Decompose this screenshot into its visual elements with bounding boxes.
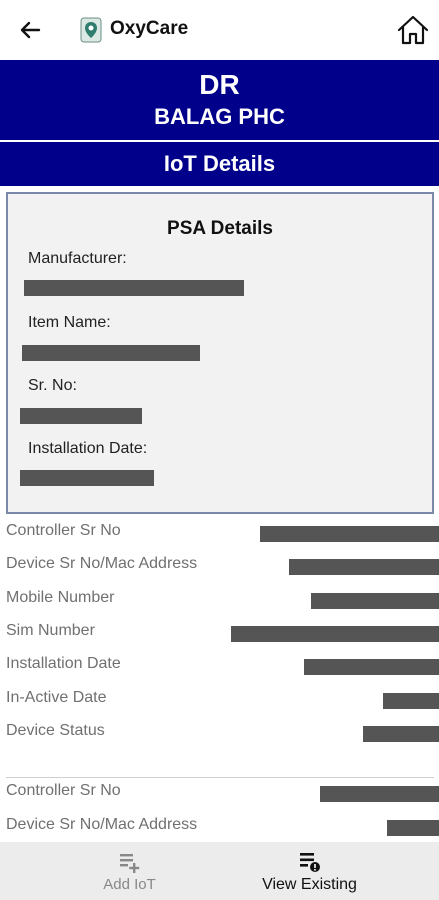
bottom-navigation: Add IoT View Existing xyxy=(0,842,439,900)
inactive-date-label: In-Active Date xyxy=(6,689,107,706)
controller-sr-label: Controller Sr No xyxy=(6,522,121,539)
device-status-value-redacted xyxy=(363,726,439,742)
device1-controller-sr-row: Controller Sr No xyxy=(0,516,439,548)
sim-number-value-redacted xyxy=(231,626,439,642)
device2-controller-sr-row: Controller Sr No xyxy=(0,776,439,808)
installation-date-value-redacted xyxy=(20,470,154,486)
psa-details-title: PSA Details xyxy=(167,218,273,239)
device1-installation-date-row: Installation Date xyxy=(0,649,439,681)
manufacturer-value-redacted xyxy=(24,280,244,296)
oxycare-logo-icon xyxy=(80,17,102,43)
manufacturer-label: Manufacturer: xyxy=(28,250,127,267)
app-bar: OxyCare xyxy=(0,0,439,60)
installation-date-label: Installation Date xyxy=(6,655,121,672)
controller-sr-label: Controller Sr No xyxy=(6,782,121,799)
view-list-icon xyxy=(299,853,320,872)
mobile-number-value-redacted xyxy=(311,593,439,609)
facility-name: BALAG PHC xyxy=(154,104,285,129)
device-sr-label: Device Sr No/Mac Address xyxy=(6,816,198,833)
view-existing-button[interactable]: View Existing xyxy=(200,842,419,900)
controller-sr-value-redacted xyxy=(320,786,439,802)
inactive-date-value-redacted xyxy=(383,693,439,709)
item-name-label: Item Name: xyxy=(28,314,111,331)
device-sr-value-redacted xyxy=(387,820,439,836)
device-sr-value-redacted xyxy=(289,559,439,575)
mobile-number-label: Mobile Number xyxy=(6,589,115,606)
item-name-value-redacted xyxy=(22,345,200,361)
section-title: IoT Details xyxy=(0,142,439,186)
home-icon[interactable] xyxy=(395,12,431,48)
sr-no-value-redacted xyxy=(20,408,142,424)
device1-mobile-number-row: Mobile Number xyxy=(0,583,439,615)
installation-date-label: Installation Date: xyxy=(28,440,148,457)
facility-banner: DR BALAG PHC xyxy=(0,60,439,140)
device1-device-status-row: Device Status xyxy=(0,716,439,748)
add-list-icon xyxy=(119,854,139,873)
device-status-label: Device Status xyxy=(6,722,105,739)
device1-device-sr-row: Device Sr No/Mac Address xyxy=(0,549,439,581)
district-name: DR xyxy=(199,69,240,100)
device2-device-sr-row: Device Sr No/Mac Address xyxy=(0,810,439,842)
controller-sr-value-redacted xyxy=(260,526,439,542)
sr-no-label: Sr. No: xyxy=(28,377,77,394)
sim-number-label: Sim Number xyxy=(6,622,95,639)
device1-sim-number-row: Sim Number xyxy=(0,616,439,648)
device1-inactive-date-row: In-Active Date xyxy=(0,683,439,715)
back-arrow-icon[interactable] xyxy=(14,14,46,46)
installation-date-value-redacted xyxy=(304,659,439,675)
view-existing-label: View Existing xyxy=(262,876,357,893)
device-sr-label: Device Sr No/Mac Address xyxy=(6,555,198,572)
psa-details-card: PSA Details Manufacturer: Item Name: Sr.… xyxy=(6,192,434,514)
app-title: OxyCare xyxy=(110,18,189,39)
